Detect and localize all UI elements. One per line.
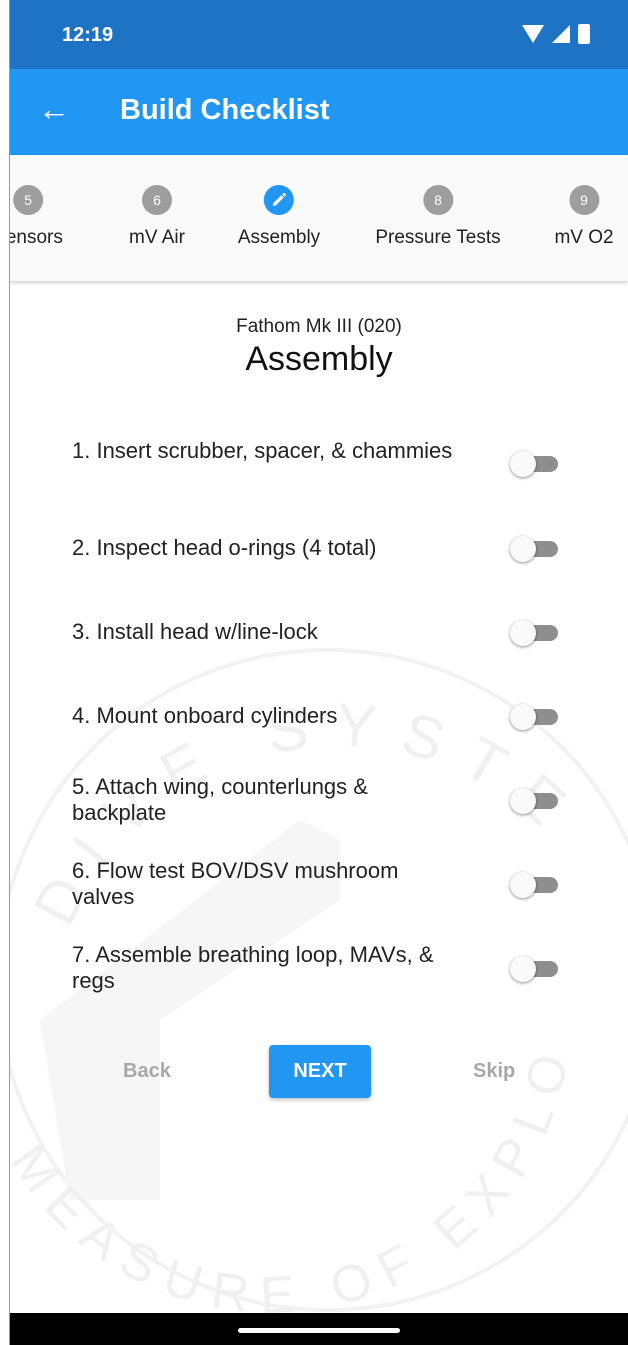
toggle-thumb xyxy=(510,788,536,814)
toggle-thumb xyxy=(510,620,536,646)
checklist-item-text: 5. Attach wing, counterlungs & backplate xyxy=(72,774,368,825)
toggle-thumb xyxy=(510,704,536,730)
checklist-item-text: 7. Assemble breathing loop, MAVs, & regs xyxy=(72,942,434,993)
step-number: 8 xyxy=(423,185,453,215)
app-title: Build Checklist xyxy=(120,94,330,126)
home-indicator[interactable] xyxy=(238,1328,400,1333)
back-arrow-icon[interactable]: ← xyxy=(38,93,70,125)
checklist-item-text: 4. Mount onboard cylinders xyxy=(72,703,338,728)
item-toggle[interactable] xyxy=(510,788,558,814)
item-toggle[interactable] xyxy=(510,956,558,982)
status-bar: 12:19 xyxy=(10,0,628,69)
system-nav-bar xyxy=(10,1313,628,1345)
step-pressure-tests[interactable]: 8 Pressure Tests xyxy=(375,185,501,249)
battery-icon xyxy=(578,24,590,44)
step-edit-icon-circle xyxy=(263,185,294,215)
toggle-thumb xyxy=(510,451,536,477)
step-label: mV Air xyxy=(129,227,185,248)
toggle-thumb xyxy=(510,536,536,562)
step-number: 9 xyxy=(569,185,599,215)
page-title: Assembly xyxy=(245,340,393,378)
step-label: mV O2 xyxy=(554,227,614,248)
stepper: 5 Sensors 6 mV Air Assembly 8 Pressure T… xyxy=(10,155,628,281)
signal-icon xyxy=(552,25,570,43)
item-toggle[interactable] xyxy=(510,451,558,477)
checklist-item-text: 1. Insert scrubber, spacer, & chammies xyxy=(72,438,453,463)
checklist-item-text: 3. Install head w/line-lock xyxy=(72,619,318,644)
toggle-thumb xyxy=(510,956,536,982)
checklist-item-text: 2. Inspect head o-rings (4 total) xyxy=(72,535,377,560)
status-icons xyxy=(522,24,590,44)
checklist-item-text: 6. Flow test BOV/DSV mushroom valves xyxy=(72,858,399,909)
step-mv-air[interactable]: 6 mV Air xyxy=(129,185,185,249)
item-toggle[interactable] xyxy=(510,536,558,562)
screen-edge xyxy=(0,0,10,1345)
step-label: Pressure Tests xyxy=(375,227,501,248)
step-label: Sensors xyxy=(10,227,63,248)
item-toggle[interactable] xyxy=(510,704,558,730)
step-label: Assembly xyxy=(237,227,321,248)
item-toggle[interactable] xyxy=(510,872,558,898)
wifi-icon xyxy=(522,25,544,43)
skip-button[interactable]: Skip xyxy=(473,1060,515,1083)
pencil-icon xyxy=(272,192,287,206)
step-mv-o2[interactable]: 9 mV O2 xyxy=(554,185,614,249)
step-sensors[interactable]: 5 Sensors xyxy=(10,185,63,249)
step-assembly[interactable]: Assembly xyxy=(238,185,320,249)
step-number: 6 xyxy=(141,185,172,215)
next-button[interactable]: NEXT xyxy=(269,1045,371,1098)
app-bar: ← Build Checklist xyxy=(10,69,628,155)
back-button[interactable]: Back xyxy=(123,1060,171,1083)
step-number: 5 xyxy=(12,185,43,215)
item-toggle[interactable] xyxy=(510,620,558,646)
page-subtitle: Fathom Mk III (020) xyxy=(236,316,402,337)
toggle-thumb xyxy=(510,872,536,898)
status-time: 12:19 xyxy=(62,24,114,46)
